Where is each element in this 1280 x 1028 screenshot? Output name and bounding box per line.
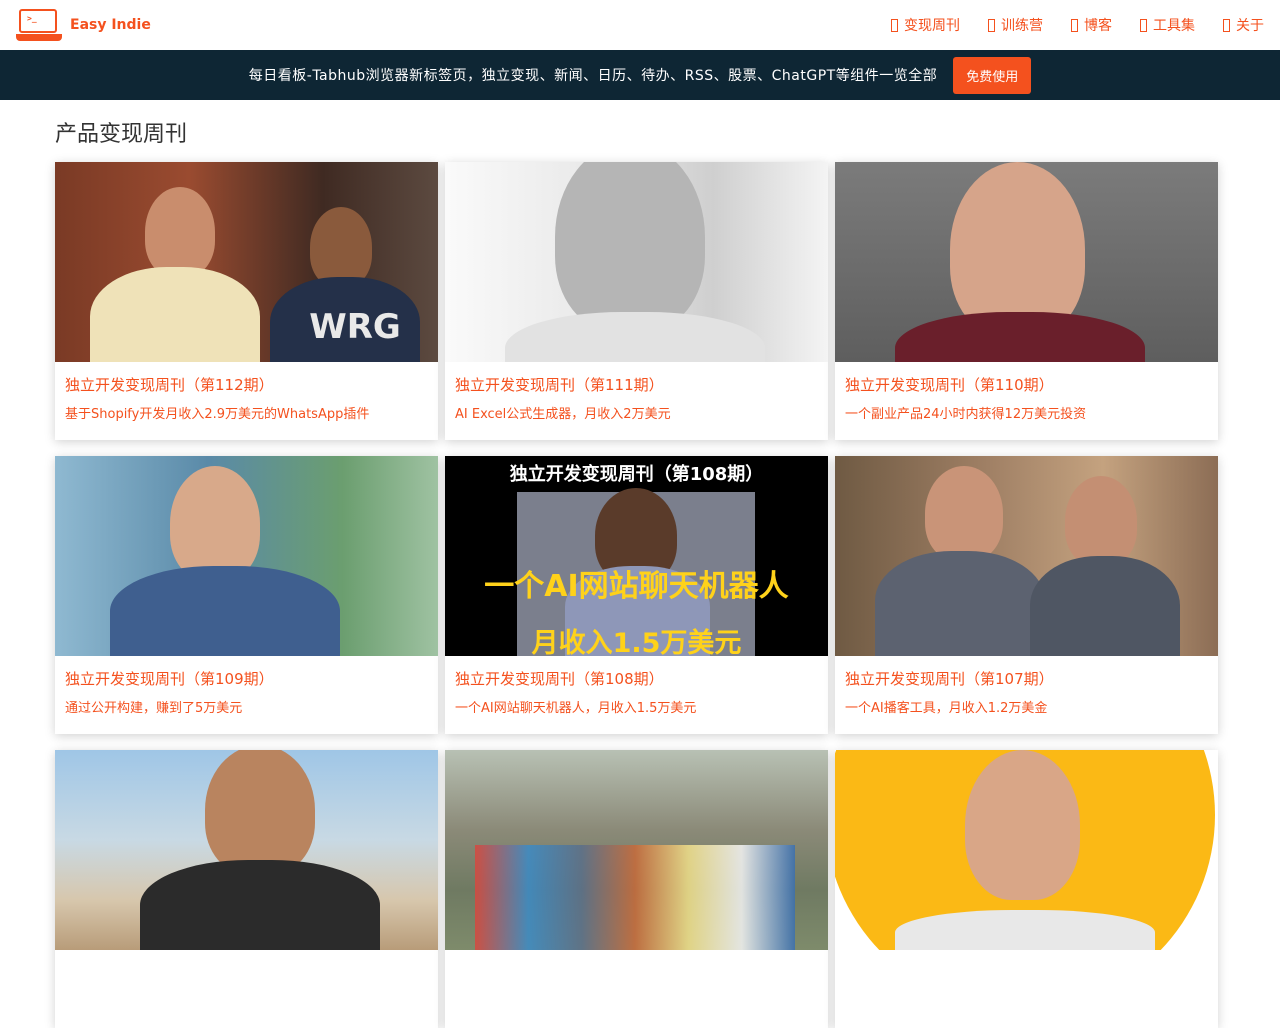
issue-card-108[interactable]: 独立开发变现周刊（第108期） 一个AI网站聊天机器人 月收入1.5万美元 独立… — [445, 456, 828, 734]
laptop-logo-icon: >_ — [16, 7, 62, 43]
card-title: 独立开发变现周刊（第110期） — [845, 376, 1054, 394]
nav-item-bootcamp[interactable]: 训练营 — [988, 15, 1043, 35]
card-thumbnail — [835, 162, 1218, 362]
brand-name: Easy Indie — [70, 17, 151, 33]
placeholder-glyph-icon — [1071, 18, 1078, 32]
issue-card[interactable] — [445, 750, 828, 1028]
card-desc: 一个副业产品24小时内获得12万美元投资 — [845, 407, 1087, 422]
main-nav: 变现周刊 训练营 博客 工具集 关于 — [891, 15, 1264, 35]
card-title: 独立开发变现周刊（第112期） — [65, 376, 274, 394]
card-thumbnail — [445, 162, 828, 362]
main-content: 产品变现周刊 WRG 独立开发变现周刊（第112期） 基于Shopify开发月收… — [0, 116, 1280, 1028]
placeholder-glyph-icon — [891, 18, 898, 32]
placeholder-glyph-icon — [1223, 18, 1230, 32]
nav-item-tools[interactable]: 工具集 — [1140, 15, 1195, 35]
issue-card-111[interactable]: 独立开发变现周刊（第111期） AI Excel公式生成器，月收入2万美元 — [445, 162, 828, 440]
brand-link[interactable]: >_ Easy Indie — [16, 7, 151, 43]
placeholder-glyph-icon — [988, 18, 995, 32]
card-thumbnail: WRG — [55, 162, 438, 362]
card-desc: 一个AI网站聊天机器人，月收入1.5万美元 — [455, 701, 697, 716]
nav-item-blog[interactable]: 博客 — [1071, 15, 1112, 35]
card-title: 独立开发变现周刊（第107期） — [845, 670, 1054, 688]
card-thumbnail — [835, 750, 1218, 950]
free-use-button[interactable]: 免费使用 — [953, 56, 1032, 94]
issue-card-110[interactable]: 独立开发变现周刊（第110期） 一个副业产品24小时内获得12万美元投资 — [835, 162, 1218, 440]
card-thumbnail — [445, 750, 828, 950]
card-thumbnail — [55, 456, 438, 656]
issue-card-109[interactable]: 独立开发变现周刊（第109期） 通过公开构建，赚到了5万美元 — [55, 456, 438, 734]
top-navbar: >_ Easy Indie 变现周刊 训练营 博客 工具集 关于 — [0, 0, 1280, 50]
card-desc: 基于Shopify开发月收入2.9万美元的WhatsApp插件 — [65, 407, 370, 422]
nav-item-about[interactable]: 关于 — [1223, 15, 1264, 35]
card-title: 独立开发变现周刊（第109期） — [65, 670, 274, 688]
card-title: 独立开发变现周刊（第111期） — [455, 376, 664, 394]
card-title: 独立开发变现周刊（第108期） — [455, 670, 664, 688]
card-thumbnail: 独立开发变现周刊（第108期） 一个AI网站聊天机器人 月收入1.5万美元 — [445, 456, 828, 656]
issue-grid: WRG 独立开发变现周刊（第112期） 基于Shopify开发月收入2.9万美元… — [55, 162, 1225, 1028]
promo-banner: 每日看板-Tabhub浏览器新标签页，独立变现、新闻、日历、待办、RSS、股票、… — [0, 50, 1280, 100]
card-thumbnail — [835, 456, 1218, 656]
issue-card[interactable] — [55, 750, 438, 1028]
card-desc: 通过公开构建，赚到了5万美元 — [65, 701, 243, 716]
nav-item-weekly[interactable]: 变现周刊 — [891, 15, 960, 35]
issue-card[interactable] — [835, 750, 1218, 1028]
page-title: 产品变现周刊 — [55, 122, 188, 147]
issue-card-112[interactable]: WRG 独立开发变现周刊（第112期） 基于Shopify开发月收入2.9万美元… — [55, 162, 438, 440]
placeholder-glyph-icon — [1140, 18, 1147, 32]
issue-card-107[interactable]: 独立开发变现周刊（第107期） 一个AI播客工具，月收入1.2万美金 — [835, 456, 1218, 734]
card-desc: 一个AI播客工具，月收入1.2万美金 — [845, 701, 1048, 716]
card-thumbnail — [55, 750, 438, 950]
banner-text: 每日看板-Tabhub浏览器新标签页，独立变现、新闻、日历、待办、RSS、股票、… — [248, 68, 938, 84]
card-desc: AI Excel公式生成器，月收入2万美元 — [455, 407, 671, 422]
